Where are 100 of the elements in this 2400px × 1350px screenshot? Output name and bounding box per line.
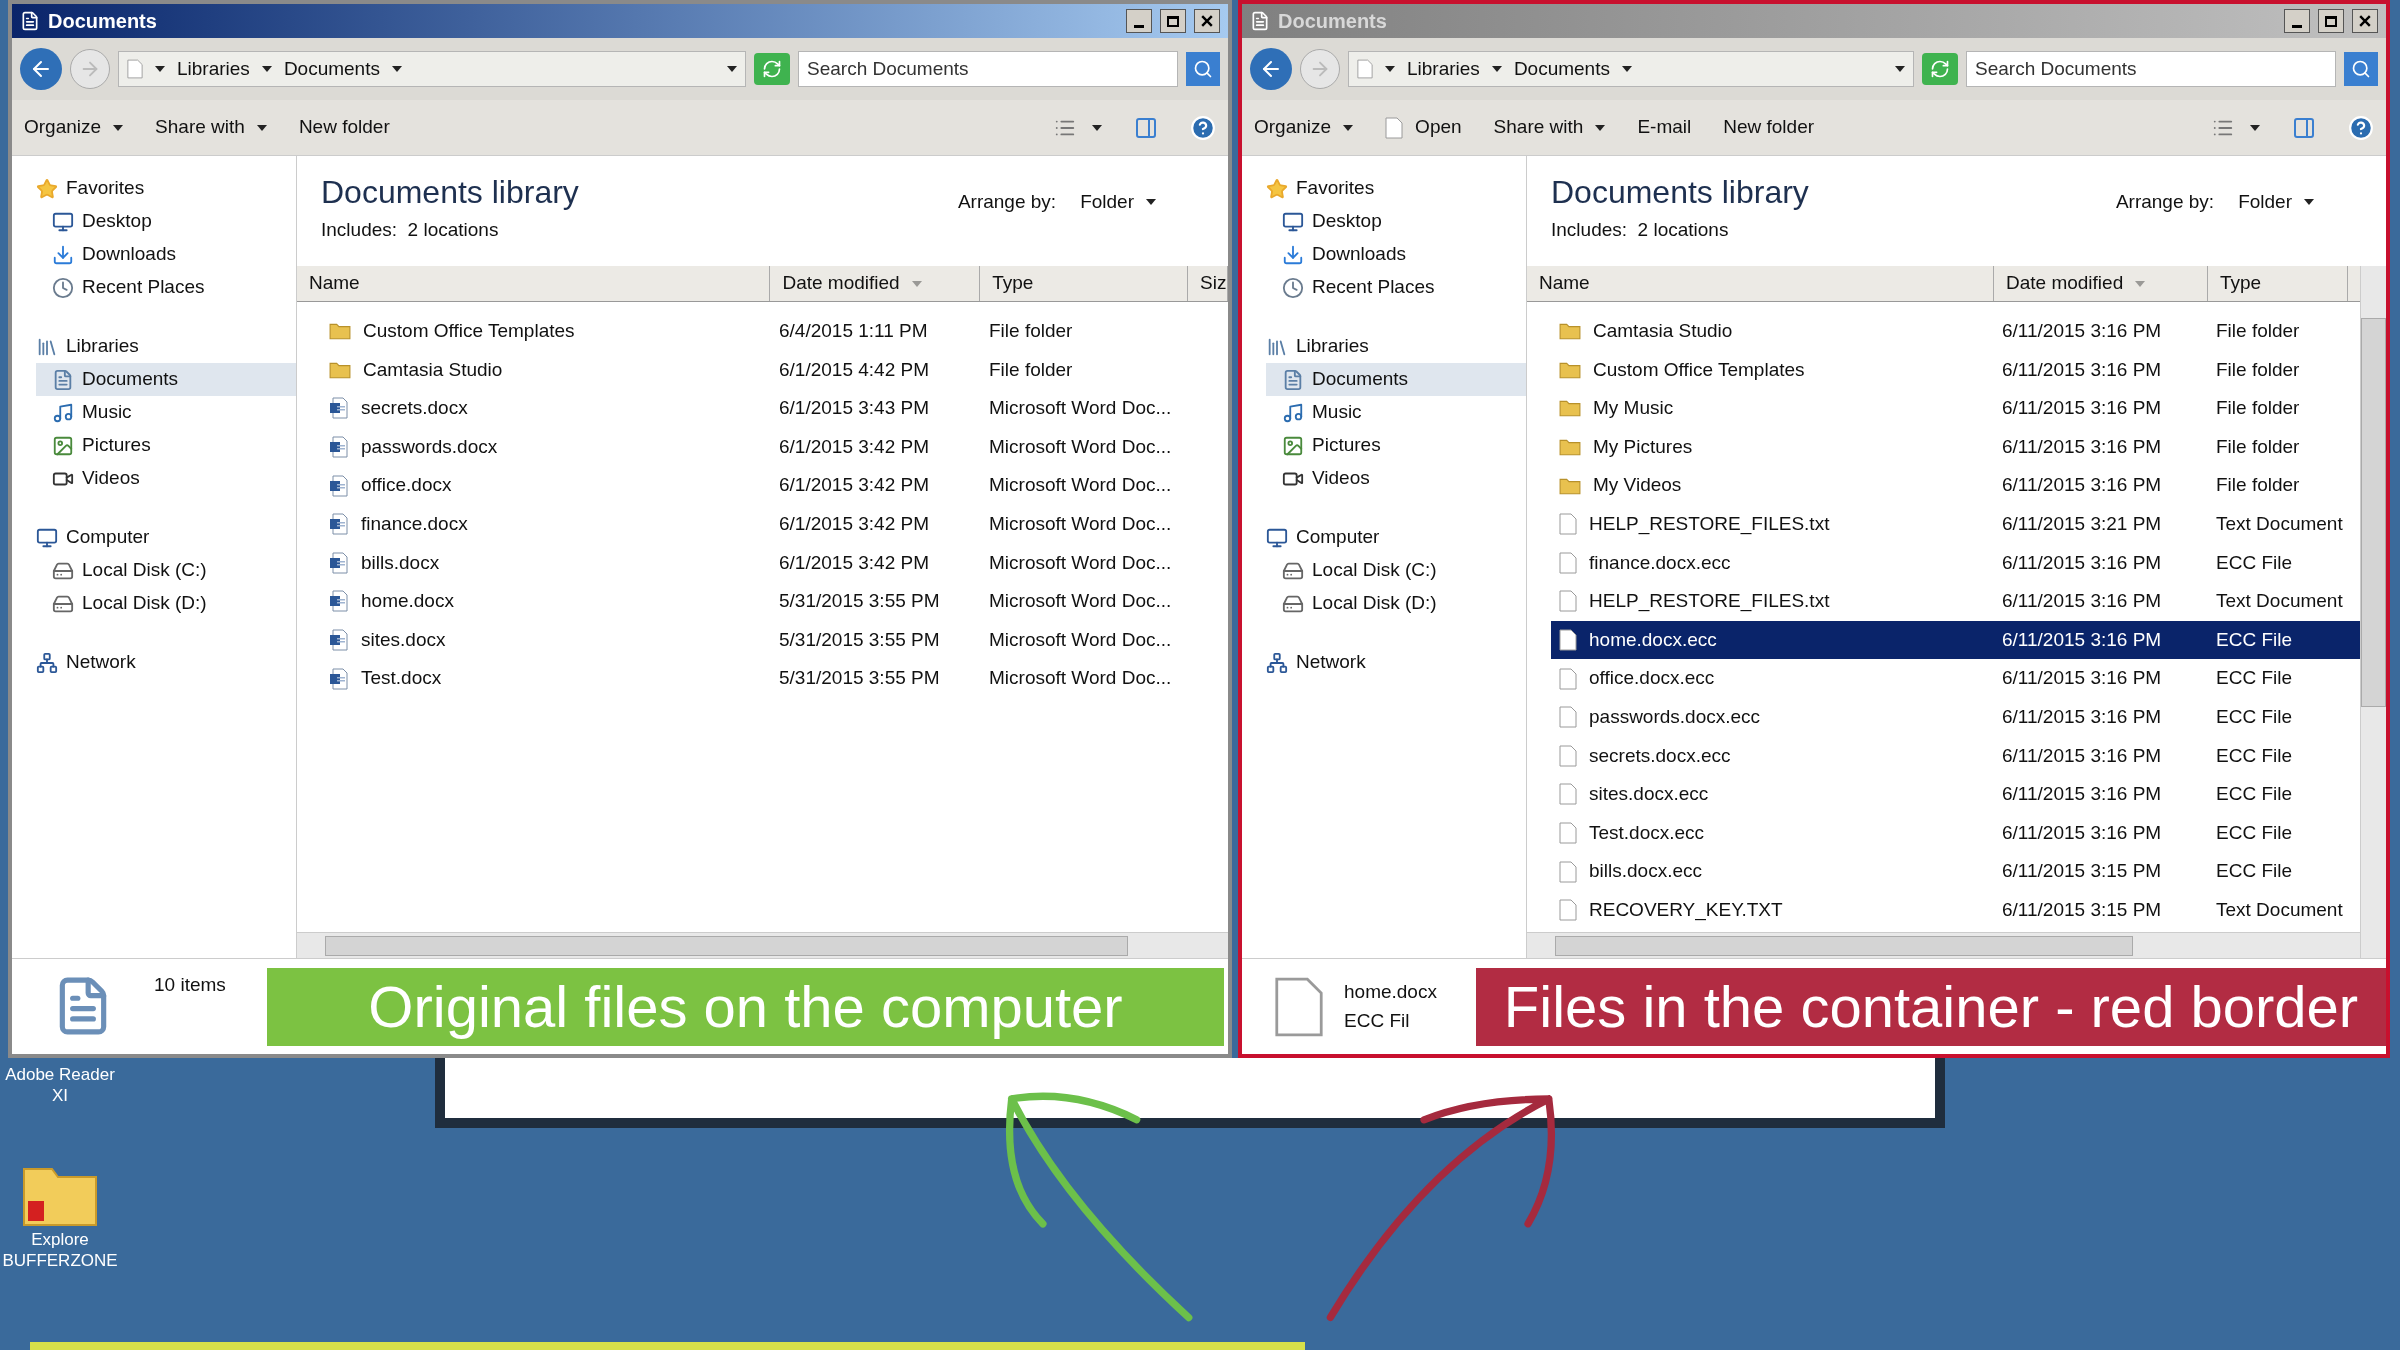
file-row[interactable]: bills.docx.ecc 6/11/2015 3:15 PM ECC File: [1551, 852, 2360, 891]
column-header[interactable]: Name: [297, 266, 771, 301]
search-field[interactable]: Search Documents: [798, 51, 1178, 87]
refresh-button[interactable]: [1922, 53, 1958, 85]
nav-group[interactable]: Libraries: [36, 330, 139, 363]
nav-item[interactable]: Pictures: [36, 429, 296, 462]
toolbar-button[interactable]: Open: [1385, 113, 1462, 142]
file-row[interactable]: home.docx.ecc 6/11/2015 3:16 PM ECC File: [1551, 620, 2360, 660]
column-header[interactable]: Date modified: [770, 266, 981, 301]
nav-item[interactable]: Local Disk (C:): [1266, 554, 1526, 587]
nav-group[interactable]: Favorites: [36, 172, 145, 205]
nav-item[interactable]: Downloads: [1266, 238, 1526, 271]
nav-group[interactable]: Computer: [36, 521, 150, 554]
file-row[interactable]: My Pictures 6/11/2015 3:16 PM File folder: [1551, 427, 2360, 467]
file-row[interactable]: passwords.docx.ecc 6/11/2015 3:16 PM ECC File: [1551, 697, 2360, 737]
horizontal-scrollbar[interactable]: [1527, 932, 2360, 958]
nav-item[interactable]: Documents: [1266, 363, 1526, 396]
breadcrumb-item[interactable]: Libraries: [1407, 54, 1480, 84]
file-type: Microsoft Word Doc...: [988, 627, 1173, 652]
nav-group[interactable]: Libraries: [1266, 330, 1369, 363]
breadcrumb-item[interactable]: Documents: [1513, 54, 1610, 84]
file-row[interactable]: sites.docx 5/31/2015 3:55 PM Microsoft Word Doc...: [321, 620, 1228, 660]
file-row[interactable]: Camtasia Studio 6/11/2015 3:16 PM File folder: [1551, 312, 2360, 351]
nav-item[interactable]: Videos: [1266, 462, 1526, 495]
nav-item[interactable]: Local Disk (C:): [36, 554, 296, 587]
help-button[interactable]: [2348, 114, 2374, 141]
search-button[interactable]: [1186, 52, 1220, 86]
nav-item[interactable]: Downloads: [36, 238, 296, 271]
preview-pane-button[interactable]: [1134, 115, 1158, 140]
breadcrumb-item[interactable]: Libraries: [177, 54, 250, 84]
toolbar-button[interactable]: New folder: [298, 113, 390, 142]
file-row[interactable]: secrets.docx 6/1/2015 3:43 PM Microsoft Word Doc...: [321, 389, 1228, 428]
address-bar[interactable]: Libraries Documents: [118, 51, 746, 87]
file-row[interactable]: bills.docx 6/1/2015 3:42 PM Microsoft Word Doc...: [321, 543, 1228, 583]
toolbar-button[interactable]: New folder: [1723, 113, 1815, 142]
folder-icon: [1559, 476, 1581, 495]
file-row[interactable]: home.docx 5/31/2015 3:55 PM Microsoft Word Doc...: [321, 582, 1228, 621]
file-row[interactable]: finance.docx 6/1/2015 3:42 PM Microsoft Word Doc...: [321, 504, 1228, 544]
nav-group[interactable]: Computer: [1266, 521, 1380, 554]
nav-item[interactable]: Desktop: [36, 205, 296, 238]
nav-item[interactable]: Local Disk (D:): [1266, 587, 1526, 620]
nav-item[interactable]: Pictures: [1266, 429, 1526, 462]
arrange-dropdown[interactable]: Folder: [1080, 188, 1156, 217]
toolbar-button[interactable]: Share with: [1493, 113, 1606, 142]
arrange-dropdown[interactable]: Folder: [2238, 188, 2314, 217]
refresh-button[interactable]: [754, 53, 790, 85]
nav-item[interactable]: Recent Places: [36, 271, 296, 304]
file-row[interactable]: Test.docx 5/31/2015 3:55 PM Microsoft Word Doc...: [321, 659, 1228, 698]
search-field[interactable]: Search Documents: [1966, 51, 2336, 87]
file-row[interactable]: HELP_RESTORE_FILES.txt 6/11/2015 3:16 PM Text Document: [1551, 582, 2360, 621]
file-row[interactable]: passwords.docx 6/1/2015 3:42 PM Microsoft Word Doc...: [321, 427, 1228, 467]
file-row[interactable]: secrets.docx.ecc 6/11/2015 3:16 PM ECC File: [1551, 736, 2360, 776]
nav-group[interactable]: Network: [1266, 646, 1366, 679]
toolbar-button[interactable]: Share with: [155, 113, 267, 142]
close-button[interactable]: [1194, 9, 1220, 33]
nav-group[interactable]: Network: [36, 646, 136, 679]
nav-item[interactable]: Videos: [36, 462, 296, 495]
file-row[interactable]: office.docx 6/1/2015 3:42 PM Microsoft Word Doc...: [321, 466, 1228, 505]
file-row[interactable]: finance.docx.ecc 6/11/2015 3:16 PM ECC File: [1551, 543, 2360, 583]
column-header[interactable]: Name: [1527, 266, 1994, 301]
minimize-button[interactable]: [1126, 9, 1152, 33]
nav-item[interactable]: Documents: [36, 363, 296, 396]
horizontal-scrollbar[interactable]: [297, 932, 1228, 958]
file-row[interactable]: Test.docx.ecc 6/11/2015 3:16 PM ECC File: [1551, 813, 2360, 853]
nav-item[interactable]: Music: [36, 396, 296, 429]
file-row[interactable]: Custom Office Templates 6/4/2015 1:11 PM File folder: [321, 312, 1228, 351]
file-row[interactable]: My Music 6/11/2015 3:16 PM File folder: [1551, 389, 2360, 428]
toolbar-button[interactable]: Organize: [24, 113, 124, 142]
preview-pane-button[interactable]: [2292, 115, 2316, 140]
file-row[interactable]: Camtasia Studio 6/1/2015 4:42 PM File folder: [321, 350, 1228, 390]
maximize-button[interactable]: [1160, 9, 1186, 33]
column-header[interactable]: Siz: [1188, 266, 1228, 301]
file-name: HELP_RESTORE_FILES.txt: [1589, 512, 1830, 537]
nav-group[interactable]: Favorites: [1266, 172, 1375, 205]
column-header[interactable]: Date modified: [1994, 266, 2208, 301]
breadcrumb-item[interactable]: Documents: [283, 54, 380, 84]
address-bar[interactable]: Libraries Documents: [1348, 51, 1914, 87]
file-row[interactable]: My Videos 6/11/2015 3:16 PM File folder: [1551, 466, 2360, 505]
close-button[interactable]: [2352, 9, 2378, 33]
maximize-button[interactable]: [2318, 9, 2344, 33]
file-row[interactable]: Custom Office Templates 6/11/2015 3:16 PM File folder: [1551, 350, 2360, 390]
toolbar-button[interactable]: E-mail: [1637, 113, 1692, 142]
file-row[interactable]: office.docx.ecc 6/11/2015 3:16 PM ECC File: [1551, 659, 2360, 698]
nav-item[interactable]: Desktop: [1266, 205, 1526, 238]
file-row[interactable]: sites.docx.ecc 6/11/2015 3:16 PM ECC File: [1551, 775, 2360, 814]
nav-item[interactable]: Local Disk (D:): [36, 587, 296, 620]
search-button[interactable]: [2344, 52, 2378, 86]
toolbar-button[interactable]: Organize: [1254, 113, 1354, 142]
nav-item[interactable]: Music: [1266, 396, 1526, 429]
minimize-button[interactable]: [2284, 9, 2310, 33]
file-row[interactable]: HELP_RESTORE_FILES.txt 6/11/2015 3:21 PM Text Document: [1551, 504, 2360, 544]
back-button[interactable]: [20, 48, 62, 90]
help-button[interactable]: [1190, 114, 1216, 141]
column-header[interactable]: Type: [2208, 266, 2348, 301]
back-button[interactable]: [1250, 48, 1292, 90]
file-row[interactable]: RECOVERY_KEY.TXT 6/11/2015 3:15 PM Text Document: [1551, 890, 2360, 930]
column-header[interactable]: Type: [980, 266, 1188, 301]
nav-item[interactable]: Recent Places: [1266, 271, 1526, 304]
document-icon: [20, 11, 40, 31]
vertical-scrollbar[interactable]: [2360, 266, 2386, 958]
